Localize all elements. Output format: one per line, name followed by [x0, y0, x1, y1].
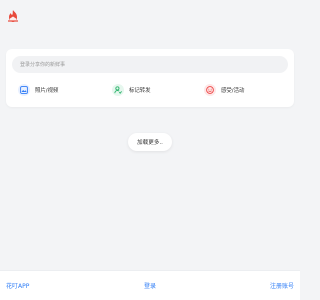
- user-tag-icon: [112, 84, 124, 96]
- register-link[interactable]: 注册账号: [270, 281, 294, 290]
- post-composer: 照片/视频 标记转发: [6, 49, 294, 107]
- composer-actions: 照片/视频 标记转发 感受/活动: [12, 81, 288, 99]
- login-link[interactable]: 登录: [144, 281, 156, 290]
- top-bar: [0, 0, 300, 34]
- tag-forward-button[interactable]: 标记转发: [112, 81, 151, 99]
- page: 照片/视频 标记转发: [0, 0, 300, 300]
- photo-video-button[interactable]: 照片/视频: [18, 81, 58, 99]
- bottom-bar: 花叮APP 登录 注册账号: [0, 270, 300, 300]
- feeling-activity-label: 感受/活动: [221, 88, 245, 94]
- tag-forward-label: 标记转发: [129, 88, 151, 94]
- fire-logo-icon[interactable]: [6, 9, 20, 23]
- compose-input[interactable]: [12, 56, 288, 73]
- app-download-link[interactable]: 花叮APP: [6, 281, 29, 290]
- feeling-activity-button[interactable]: 感受/活动: [204, 81, 244, 99]
- image-icon: [18, 84, 30, 96]
- smile-icon: [204, 84, 216, 96]
- load-more-button[interactable]: 加载更多..: [128, 133, 172, 151]
- photo-video-label: 照片/视频: [35, 88, 59, 94]
